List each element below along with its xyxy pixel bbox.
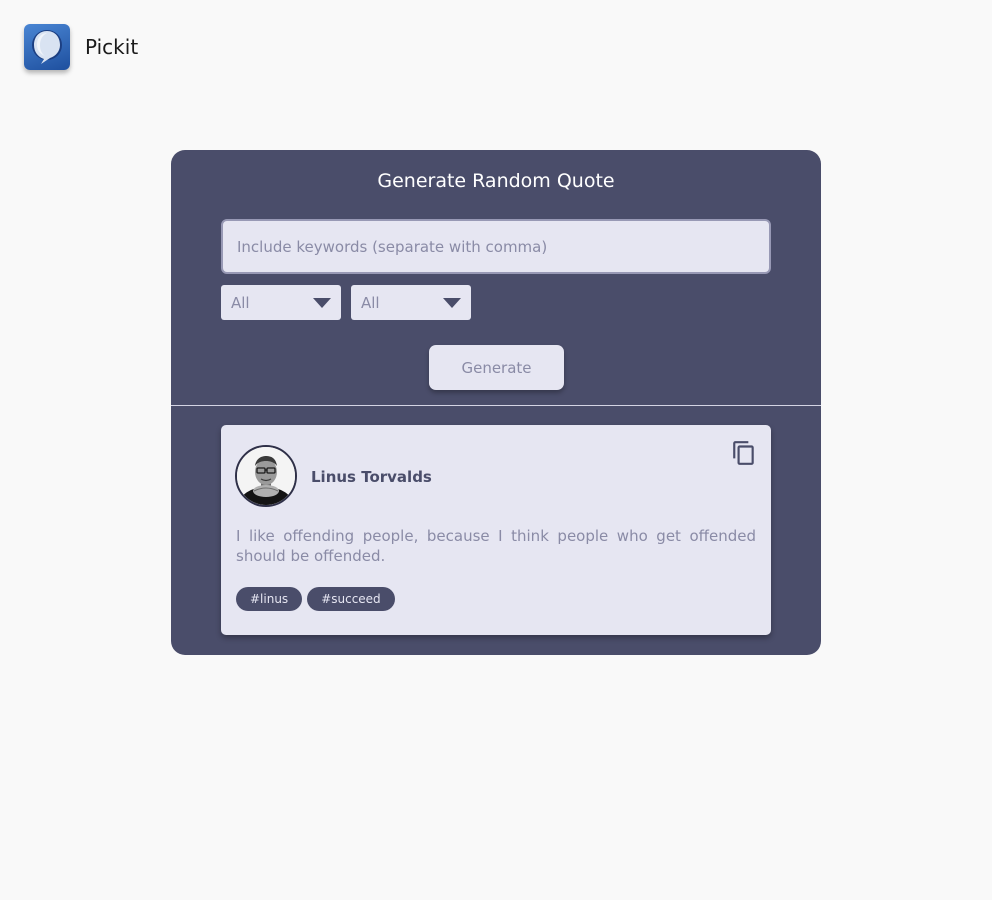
filter-select-2-value: All — [361, 293, 380, 312]
author-name: Linus Torvalds — [311, 468, 432, 486]
keywords-input[interactable] — [221, 219, 771, 274]
filter-select-2[interactable]: All — [351, 285, 471, 320]
filter-select-1-value: All — [231, 293, 250, 312]
app-header: Pickit — [24, 24, 138, 70]
divider — [171, 405, 821, 406]
tag-chip[interactable]: #succeed — [307, 587, 395, 611]
chevron-down-icon — [443, 297, 461, 308]
tag-chip[interactable]: #linus — [236, 587, 303, 611]
quote-text: I like offending people, because I think… — [236, 527, 756, 565]
pickit-logo-icon[interactable] — [24, 24, 70, 70]
generate-button[interactable]: Generate — [429, 345, 564, 390]
quote-card: Linus Torvalds I like offending people, … — [221, 425, 771, 635]
author-avatar — [235, 445, 297, 507]
filter-select-1[interactable]: All — [221, 285, 341, 320]
quote-generator-panel: Generate Random Quote All All Generate — [171, 150, 821, 655]
copy-icon[interactable] — [731, 440, 757, 466]
tag-list: #linus #succeed — [236, 587, 395, 611]
app-name: Pickit — [85, 35, 139, 59]
panel-title: Generate Random Quote — [377, 170, 615, 192]
chevron-down-icon — [313, 297, 331, 308]
